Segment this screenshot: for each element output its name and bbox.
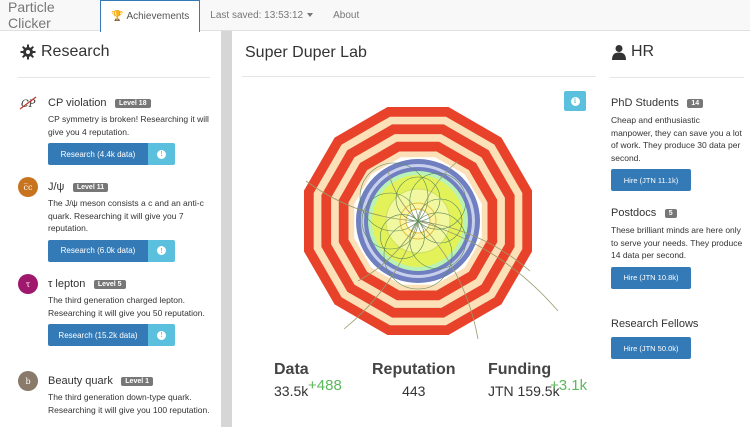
research-item-name: J/ψ	[48, 181, 65, 193]
research-item-name: τ lepton	[48, 278, 86, 290]
info-icon: !	[157, 246, 166, 255]
stat-data-delta: +488	[308, 377, 342, 394]
nav-about[interactable]: About	[323, 0, 369, 31]
level-badge: Level 18	[114, 99, 151, 108]
stat-funding-delta: +3.1k	[550, 377, 588, 394]
hr-item-phd-students: PhD Students 14 Cheap and enthusiastic m…	[611, 93, 743, 191]
lab-title: Super Duper Lab	[245, 44, 367, 61]
stat-funding-value: JTN 159.5k	[488, 383, 560, 399]
panel-divider	[221, 31, 232, 427]
level-badge: Level 11	[72, 183, 109, 192]
research-item-description: The third generation charged lepton. Res…	[48, 295, 205, 318]
stat-data-label: Data	[274, 361, 309, 378]
research-button-group: Research (4.4k data) !	[48, 143, 214, 165]
research-item-name: Beauty quark	[48, 375, 113, 387]
gear-icon	[20, 44, 36, 60]
stat-data: Data 33.5k	[274, 361, 309, 399]
level-badge: Level 5	[93, 280, 126, 289]
hire-button[interactable]: Hire (JTN 50.0k)	[611, 337, 691, 359]
hr-divider	[610, 77, 744, 78]
research-heading: Research	[20, 43, 109, 61]
hr-title: HR	[631, 43, 655, 60]
nav-achievements[interactable]: 🏆 Achievements	[100, 0, 201, 32]
research-panel: Research CP CP violation Level 18 CP sym…	[0, 31, 221, 427]
research-info-button[interactable]: !	[148, 324, 175, 346]
stat-funding-label: Funding	[488, 361, 552, 378]
hr-item-name: Postdocs	[611, 207, 657, 219]
nav-last-saved-label: Last saved: 13:53:12	[210, 9, 304, 21]
count-badge: 14	[687, 99, 704, 108]
research-item-description: CP symmetry is broken! Researching it wi…	[48, 114, 209, 137]
cp-violation-icon: CP	[18, 93, 38, 113]
level-badge: Level 1	[121, 377, 154, 386]
user-icon	[612, 45, 626, 60]
research-info-button[interactable]: !	[148, 239, 175, 262]
hr-item-postdocs: Postdocs 5 These brilliant minds are her…	[611, 203, 743, 289]
stat-reputation: Reputation 443	[372, 361, 456, 399]
stat-reputation-label: Reputation	[372, 361, 456, 378]
count-badge: 5	[664, 209, 677, 218]
hr-item-name: PhD Students	[611, 97, 679, 109]
nav-last-saved-dropdown[interactable]: Last saved: 13:53:12	[200, 0, 323, 31]
hr-item-research-fellows: Research Fellows Hire (JTN 50.0k)	[611, 314, 743, 359]
hire-button[interactable]: Hire (JTN 11.1k)	[611, 169, 691, 191]
stat-data-value: 33.5k	[274, 383, 309, 399]
research-title: Research	[41, 43, 110, 60]
research-button-group: Research (6.0k data) !	[48, 239, 214, 262]
info-icon: !	[157, 149, 166, 159]
hr-item-description: These brilliant minds are here only to s…	[611, 225, 743, 260]
research-button-group: Research (15.2k data) !	[48, 324, 214, 346]
info-icon: !	[157, 330, 166, 340]
research-item-description: The J/ψ meson consists a c and an anti-c…	[48, 198, 204, 233]
hr-item-name: Research Fellows	[611, 318, 699, 330]
detector-canvas[interactable]	[232, 71, 604, 371]
chevron-down-icon	[307, 13, 314, 17]
hr-heading: HR	[612, 43, 654, 61]
research-button[interactable]: Research (15.2k data)	[48, 324, 148, 346]
navbar: Particle Clicker 🏆 Achievements Last sav…	[0, 0, 750, 32]
research-button[interactable]: Research (6.0k data)	[48, 239, 148, 262]
tau-lepton-icon: τ	[18, 274, 38, 294]
app-brand[interactable]: Particle Clicker	[0, 0, 100, 31]
trophy-icon: 🏆	[111, 10, 124, 22]
research-divider	[18, 77, 210, 78]
beauty-quark-icon: b	[18, 371, 38, 391]
stat-reputation-value: 443	[402, 383, 426, 399]
hire-button[interactable]: Hire (JTN 10.8k)	[611, 266, 691, 289]
research-button[interactable]: Research (4.4k data)	[48, 143, 148, 165]
research-info-button[interactable]: !	[148, 143, 175, 165]
j-psi-icon: c̅c	[18, 177, 38, 197]
hr-panel: HR PhD Students 14 Cheap and enthusiasti…	[604, 31, 750, 427]
nav-achievements-label: Achievements	[126, 10, 190, 22]
lab-panel: Super Duper Lab i Data 33.5k +488 Reputa…	[232, 31, 604, 427]
research-item-description: The third generation down-type quark. Re…	[48, 392, 210, 415]
stat-funding: Funding JTN 159.5k	[488, 361, 560, 399]
research-item-name: CP violation	[48, 97, 107, 109]
svg-text:CP: CP	[21, 99, 36, 110]
hr-item-description: Cheap and enthusiastic manpower, they ca…	[611, 115, 742, 163]
